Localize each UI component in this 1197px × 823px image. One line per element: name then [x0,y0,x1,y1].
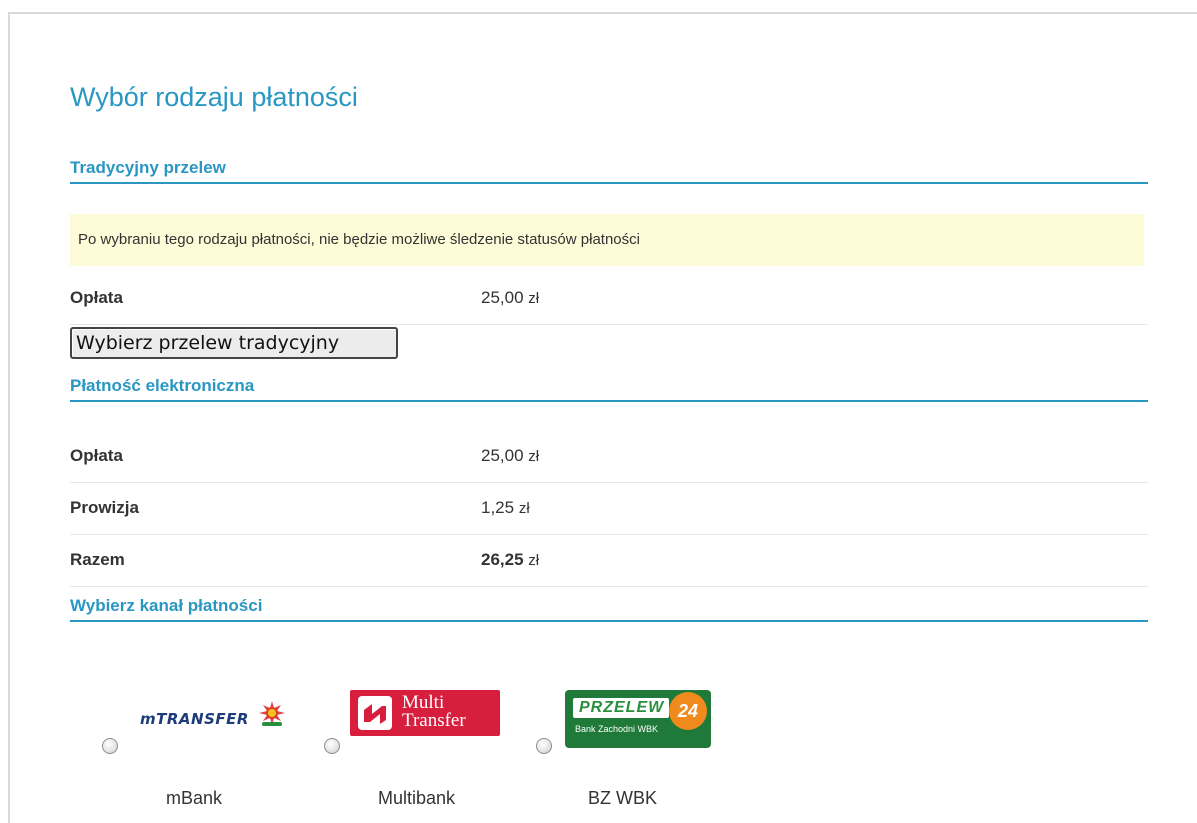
row-label: Opłata [70,446,123,465]
przelew24-logo-text: PRZELEW [579,699,665,716]
total-amount: 26,25 [481,550,524,569]
row-currency: zł [528,448,540,465]
total-currency: zł [528,552,540,569]
bank-name-bzwbk: BZ WBK [588,788,658,808]
fee-label: Opłata [70,288,123,307]
multitransfer-mark-icon [358,696,392,730]
fee-currency: zł [528,290,540,307]
przelew24-logo[interactable]: PRZELEW 24 Bank Zachodni WBK [565,690,711,748]
row-amount: 25,00 [481,446,524,465]
row-label: Prowizja [70,498,139,517]
page-title: Wybór rodzaju płatności [70,82,358,112]
electronic-row-total: Razem 26,25 zł [70,536,1148,587]
fee-amount: 25,00 [481,288,524,307]
total-value: 26,25 zł [481,550,539,570]
electronic-row-commission: Prowizja 1,25 zł [70,484,1148,535]
multibank-radio[interactable] [324,738,340,754]
choose-traditional-transfer-button[interactable]: Wybierz przelew tradycyjny [70,327,398,359]
electronic-row-fee: Opłata 25,00 zł [70,432,1148,483]
channel-option-mbank[interactable]: mTRANSFER mBank [100,690,300,810]
mbank-radio[interactable] [102,738,118,754]
row-currency: zł [518,500,530,517]
multitransfer-logo[interactable]: Multi Transfer [350,690,500,736]
panel-border-top [8,12,1197,14]
panel-border-left [8,12,10,823]
channel-option-multibank[interactable]: Multi Transfer Multibank [322,690,522,810]
traditional-transfer-heading: Tradycyjny przelew [70,158,1148,184]
row-amount: 1,25 [481,498,515,517]
mtransfer-logo-text: mTRANSFER [140,710,249,728]
payment-channel-heading: Wybierz kanał płatności [70,596,1148,622]
bank-name-multibank: Multibank [378,788,456,808]
przelew24-logo-subtext: Bank Zachodni WBK [575,724,659,734]
bzwbk-radio[interactable] [536,738,552,754]
electronic-payment-heading: Płatność elektroniczna [70,376,1148,402]
bank-name-mbank: mBank [166,788,223,808]
row-label: Razem [70,550,125,569]
traditional-fee-row: Opłata 25,00 zł [70,274,1148,325]
multitransfer-logo-line2: Transfer [402,710,466,731]
mtransfer-logo[interactable]: mTRANSFER [140,698,290,734]
tracking-notice: Po wybraniu tego rodzaju płatności, nie … [70,214,1144,266]
row-value: 1,25 zł [481,498,530,518]
channel-option-bzwbk[interactable]: PRZELEW 24 Bank Zachodni WBK BZ WBK [534,690,734,810]
mtransfer-burst-icon [259,701,285,726]
row-value: 25,00 zł [481,446,539,466]
fee-value: 25,00 zł [481,288,539,308]
przelew24-badge: 24 [669,692,707,730]
